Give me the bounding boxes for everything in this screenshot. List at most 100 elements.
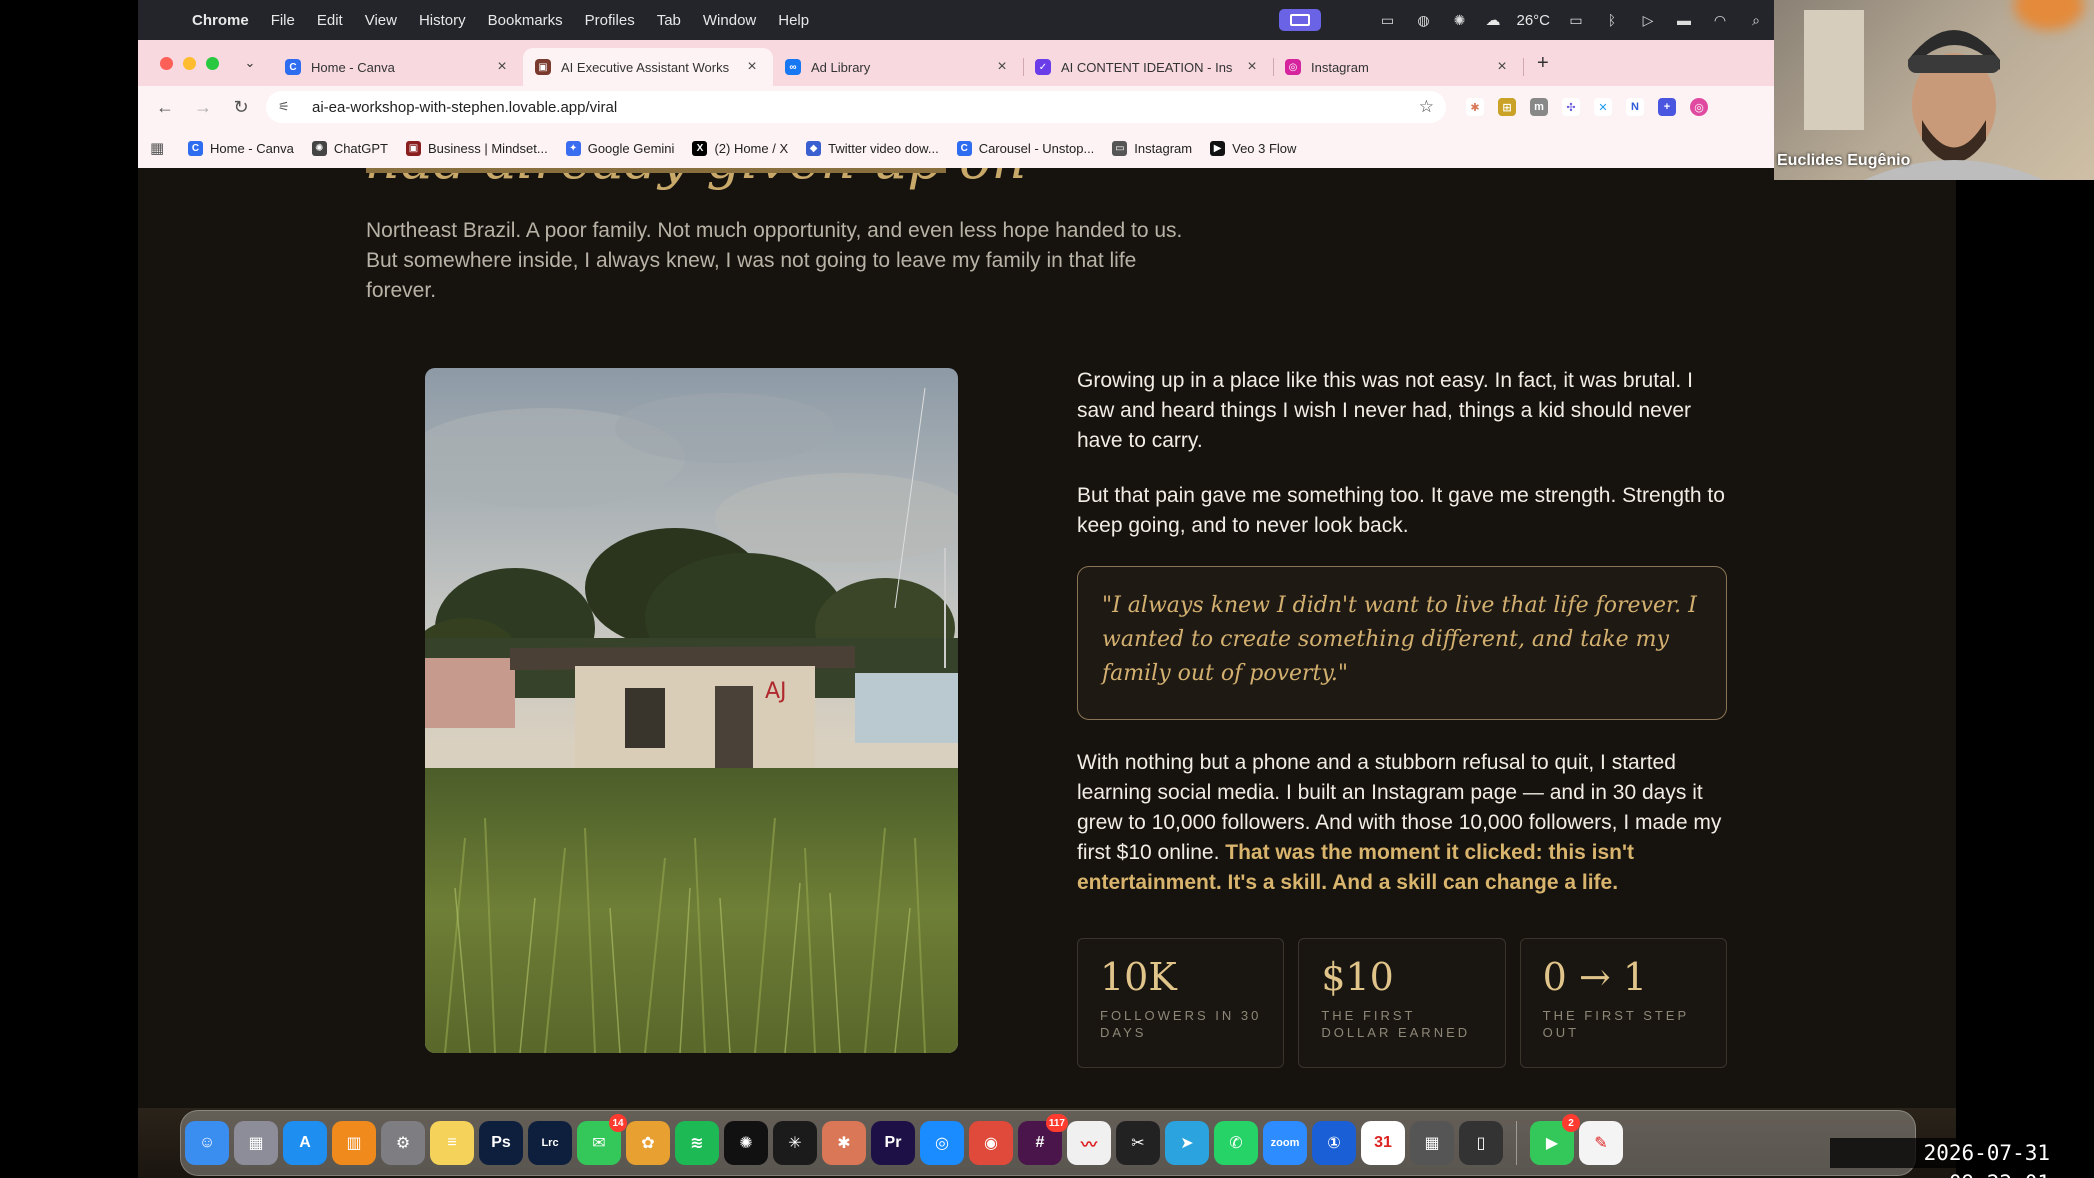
apps-grid-icon[interactable]: ▦ [150,139,180,157]
tab-close-icon[interactable]: × [993,58,1011,76]
bookmark-item[interactable]: ▶ Veo 3 Flow [1210,140,1296,156]
bookmark-label[interactable]: (2) Home / X [714,141,788,156]
tab-close-icon[interactable]: × [743,58,761,76]
bookmark-item[interactable]: ✺ ChatGPT [311,140,388,156]
bookmark-label[interactable]: Instagram [1134,141,1192,156]
dock-messages-icon[interactable]: ✉ 14 [577,1114,627,1165]
bookmark-item[interactable]: ▭ Instagram [1112,140,1192,156]
dock-finder-icon[interactable]: ☺ [185,1121,229,1165]
vpn-icon[interactable]: ◍ [1413,12,1433,28]
dock-spotify-icon[interactable]: ≋ [675,1121,719,1165]
dock-launchpad-icon[interactable]: ▦ [234,1121,278,1165]
extension-7-icon[interactable]: + [1658,98,1676,116]
minimize-window-button[interactable] [183,56,196,70]
n-extension-icon[interactable]: N [1626,98,1644,116]
dock-freeform-icon[interactable]: 〰 [1067,1121,1111,1165]
menu-window[interactable]: Window [703,12,756,29]
menu-bookmarks[interactable]: Bookmarks [488,12,563,29]
extension-3-icon[interactable]: m [1530,98,1548,116]
browser-tab[interactable]: C Home - Canva × [273,48,523,86]
display-icon[interactable]: ▭ [1377,12,1397,28]
bookmark-label[interactable]: ChatGPT [334,141,388,156]
bluetooth-icon[interactable]: ᛒ [1602,12,1622,28]
dock-premiere-pro-icon[interactable]: Pr [871,1121,915,1165]
dock-telegram-icon[interactable]: ➤ [1165,1121,1209,1165]
dock-whatsapp-icon[interactable]: ✆ [1214,1121,1258,1165]
dock-lightroom-classic-icon[interactable]: Lrc [528,1121,572,1165]
dock-ipad-mirroring-icon[interactable]: ▯ [1459,1121,1503,1165]
tab-search-chevron-icon[interactable]: ⌄ [239,52,261,74]
menu-profiles[interactable]: Profiles [585,12,635,29]
menu-chrome[interactable]: Chrome [192,12,249,29]
browser-tab[interactable]: ∞ Ad Library × [773,48,1024,86]
menu-history[interactable]: History [419,12,466,29]
screen-recording-icon[interactable] [1279,9,1322,31]
bookmark-item[interactable]: ◆ Twitter video dow... [806,140,939,156]
tab-title[interactable]: Ad Library [811,60,993,75]
extension-2-icon[interactable]: ⊞ [1498,98,1516,116]
chatgpt-status-icon[interactable]: ✺ [1449,12,1469,28]
tab-close-icon[interactable]: × [493,58,511,76]
dock-photoshop-icon[interactable]: Ps [479,1121,523,1165]
dock-1password-icon[interactable]: ① [1312,1121,1356,1165]
site-settings-icon[interactable]: ⚟ [278,99,298,115]
dock-chatgpt-icon[interactable]: ✺ [724,1121,768,1165]
bookmark-item[interactable]: X (2) Home / X [692,140,788,156]
dock-claude-icon[interactable]: ✱ [822,1121,866,1165]
tab-title[interactable]: Home - Canva [311,60,493,75]
bookmark-label[interactable]: Home - Canva [210,141,294,156]
weather-temp[interactable]: 26°C [1516,12,1550,29]
battery-icon[interactable]: ▬ [1674,12,1694,28]
url-text[interactable]: ai-ea-workshop-with-stephen.lovable.app/… [312,99,1419,116]
bookmark-label[interactable]: Veo 3 Flow [1232,141,1296,156]
bookmark-label[interactable]: Business | Mindset... [428,141,548,156]
bookmark-item[interactable]: C Home - Canva [188,140,294,156]
bookmark-label[interactable]: Google Gemini [588,141,675,156]
dock-safari-icon[interactable]: ◎ [920,1121,964,1165]
bookmark-item[interactable]: C Carousel - Unstop... [956,140,1095,156]
dock-chrome-icon[interactable]: ◉ [969,1121,1013,1165]
extension-4-icon[interactable]: ✣ [1562,98,1580,116]
bookmark-label[interactable]: Carousel - Unstop... [979,141,1095,156]
dock-books-icon[interactable]: ▥ [332,1121,376,1165]
dock-system-settings-icon[interactable]: ⚙ [381,1121,425,1165]
tab-title[interactable]: AI CONTENT IDEATION - Ins [1061,60,1243,75]
dock-perplexity-icon[interactable]: ✳ [773,1121,817,1165]
dock-zoom-icon[interactable]: zoom [1263,1121,1307,1165]
wifi-icon[interactable]: ◠ [1710,12,1730,28]
dock-calculator-icon[interactable]: ▦ [1410,1121,1454,1165]
bookmark-item[interactable]: ✦ Google Gemini [565,140,675,156]
reload-icon[interactable]: ↻ [222,97,260,118]
back-arrow-icon[interactable]: ← [146,97,184,118]
dock-notes-icon[interactable]: ≡ [430,1121,474,1165]
browser-tab[interactable]: ◎ Instagram × [1273,48,1524,86]
menu-file[interactable]: File [271,12,295,29]
tab-close-icon[interactable]: × [1243,58,1261,76]
new-tab-plus-icon[interactable]: + [1537,52,1549,75]
search-icon[interactable]: ⌕ [1746,12,1766,28]
screen-mirroring-icon[interactable]: ▭ [1566,12,1586,28]
dock-capcut-icon[interactable]: ✂ [1116,1121,1160,1165]
tab-title[interactable]: Instagram [1311,60,1493,75]
bookmark-label[interactable]: Twitter video dow... [828,141,939,156]
tab-title[interactable]: AI Executive Assistant Works [561,60,743,75]
menu-help[interactable]: Help [778,12,809,29]
dock-app-store-icon[interactable]: A [283,1121,327,1165]
menu-view[interactable]: View [365,12,397,29]
menu-edit[interactable]: Edit [317,12,343,29]
browser-tab[interactable]: ✓ AI CONTENT IDEATION - Ins × [1023,48,1274,86]
zoom-window-button[interactable] [206,56,219,70]
dock-textedit-icon[interactable]: ✎ [1579,1121,1623,1165]
browser-tab[interactable]: ▣ AI Executive Assistant Works × [523,48,773,86]
address-bar[interactable]: ⚟ ai-ea-workshop-with-stephen.lovable.ap… [266,91,1446,123]
dock-slack-icon[interactable]: #117 [1018,1114,1068,1165]
dock-photos-icon[interactable]: ✿ [626,1121,670,1165]
x-extension-icon[interactable]: ✕ [1594,98,1612,116]
tab-close-icon[interactable]: × [1493,58,1511,76]
bookmark-star-icon[interactable]: ☆ [1419,97,1434,117]
menu-tab[interactable]: Tab [657,12,681,29]
profile-extension-icon[interactable]: ◎ [1690,98,1708,116]
forward-arrow-icon[interactable]: → [184,97,222,118]
close-window-button[interactable] [160,56,173,70]
play-icon[interactable]: ▷ [1638,12,1658,28]
